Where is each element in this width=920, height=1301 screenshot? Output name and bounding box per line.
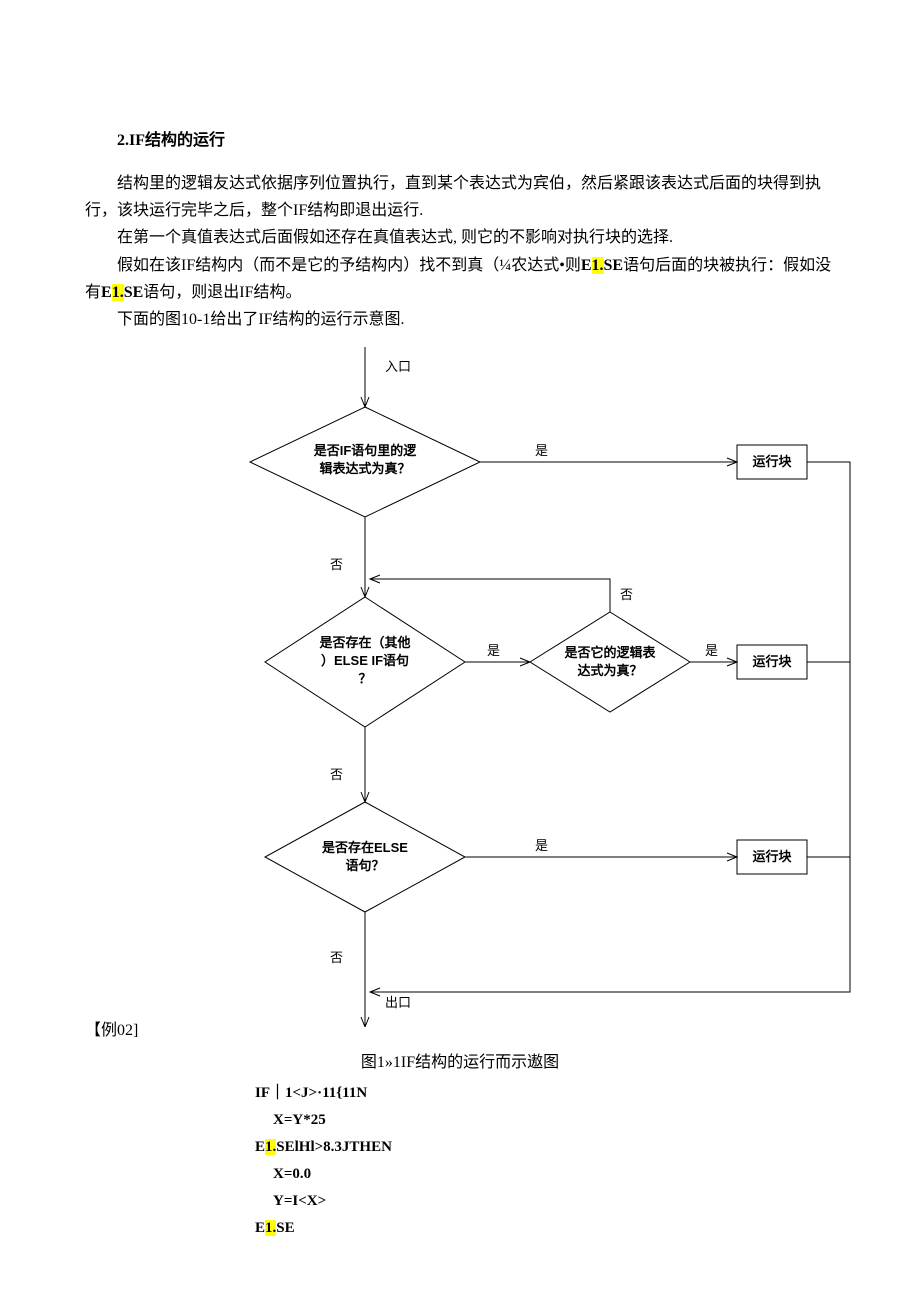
code-l6-hl: 1.	[265, 1220, 276, 1236]
code-l3-c: SElHl>8.3JTHEN	[276, 1139, 392, 1155]
run2: 运行块	[752, 654, 792, 669]
p3-bold-1a: E	[581, 257, 592, 274]
d2-line1: 是否存在（其他	[318, 635, 410, 650]
d1-yes: 是	[535, 443, 548, 458]
code-line-2: X=Y*25	[255, 1107, 835, 1134]
code-line-4: X=0.0	[255, 1161, 835, 1188]
code-l6-a: E	[255, 1220, 265, 1236]
p3-text-a: 假如在该IF结构内（而不是它的予结构内）找不到真（¼农达式•则	[117, 257, 581, 274]
d4-yes: 是	[535, 838, 548, 853]
p3-bold-2a: E	[101, 284, 112, 301]
section-heading: 2.IF结构的运行	[85, 126, 835, 150]
paragraph-1: 结构里的逻辑友达式依据序列位置执行，直到某个表达式为宾伯，然后紧跟该表达式后面的…	[85, 170, 835, 224]
p3-text-e: 语句，则退出IF结构。	[143, 284, 301, 301]
d3-line1: 是否它的逻辑表	[563, 645, 656, 660]
code-l3-hl: 1.	[265, 1139, 276, 1155]
figure-caption: 图1»1IF结构的运行而示遨图	[85, 1048, 835, 1072]
d3-line2: 达式为真？	[577, 663, 642, 678]
code-block: IF｜1<J>·11{11N X=Y*25 E1.SElHl>8.3JTHEN …	[255, 1080, 835, 1242]
d4-no: 否	[330, 950, 343, 965]
d2-line2: ）ELSE IF语句	[321, 653, 409, 668]
d1-no: 否	[330, 557, 343, 572]
d4-line1: 是否存在ELSE	[321, 840, 408, 855]
label-entry: 入口	[385, 359, 411, 374]
d3-no: 否	[620, 587, 633, 602]
d1-line1: 是否IF语句里的逻	[313, 443, 418, 458]
flowchart: 入口 是否IF语句里的逻 辑表达式为真？ 是 运行块 否 是否存在（其他 ）EL…	[235, 347, 875, 1032]
flowchart-svg: 入口 是否IF语句里的逻 辑表达式为真？ 是 运行块 否 是否存在（其他 ）EL…	[235, 347, 875, 1027]
paragraph-4: 下面的图10-1给出了IF结构的运行示意图.	[85, 306, 835, 333]
d2-no: 否	[330, 767, 343, 782]
code-line-1: IF｜1<J>·11{11N	[255, 1080, 835, 1107]
code-line-6: E1.SE	[255, 1215, 835, 1242]
run1: 运行块	[752, 454, 792, 469]
p3-highlight-2: 1.	[112, 284, 124, 301]
d4-line2: 语句？	[345, 858, 384, 873]
d3-yes: 是	[705, 643, 718, 658]
d2-yes: 是	[487, 643, 500, 658]
p3-bold-2b: SE	[124, 284, 144, 301]
d2-line3: ？	[358, 671, 371, 686]
code-line-3: E1.SElHl>8.3JTHEN	[255, 1134, 835, 1161]
run3: 运行块	[752, 849, 792, 864]
d1-line2: 辑表达式为真？	[319, 461, 410, 476]
label-exit: 出口	[385, 995, 411, 1010]
code-l6-c: SE	[276, 1220, 294, 1236]
paragraph-2: 在第一个真值表达式后面假如还存在真值表达式, 则它的不影响对执行块的选择.	[85, 224, 835, 251]
paragraph-3: 假如在该IF结构内（而不是它的予结构内）找不到真（¼农达式•则E1.SE语句后面…	[85, 252, 835, 306]
code-line-5: Y=I<X>	[255, 1188, 835, 1215]
p3-bold-1b: SE	[604, 257, 624, 274]
p3-highlight-1: 1.	[592, 257, 604, 274]
code-l3-a: E	[255, 1139, 265, 1155]
